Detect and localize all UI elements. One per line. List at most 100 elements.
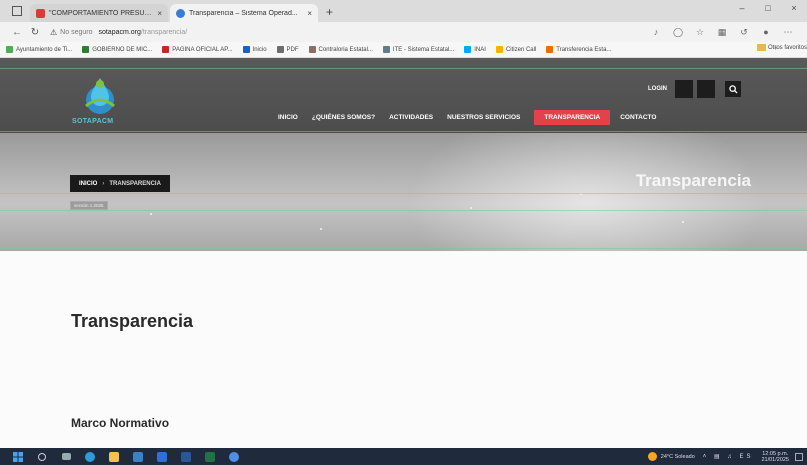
collections-icon[interactable]: ▦ (711, 27, 733, 38)
bookmark-label: Citizen Call (505, 46, 537, 53)
nav-item-quienes-somos[interactable]: ¿QUIÉNES SOMOS? (312, 114, 375, 121)
search-taskbar-icon[interactable] (30, 452, 54, 461)
hero-banner: INICIO › TRANSPARENCIA versión 1.2025 Tr… (0, 133, 807, 251)
chrome-icon[interactable] (222, 451, 246, 462)
word-icon[interactable] (174, 451, 198, 462)
maximize-button[interactable]: □ (755, 3, 781, 13)
pdf-favicon-icon (36, 8, 45, 18)
bookmark-favicon-icon (276, 46, 284, 53)
nav-item-contacto[interactable]: CONTACTO (620, 114, 656, 121)
bookmark-favicon-icon (242, 46, 250, 53)
tab-title: Transparencia – Sistema Operad... (189, 9, 298, 17)
bookmark-item[interactable]: PDF (276, 46, 299, 53)
excel-icon[interactable] (198, 451, 222, 462)
search-button[interactable] (725, 81, 741, 97)
sparkle (150, 213, 152, 215)
tab-actions-icon[interactable] (12, 6, 22, 16)
other-favorites-folder[interactable]: Otros favoritos (756, 44, 807, 51)
close-window-button[interactable]: × (781, 3, 807, 13)
login-link[interactable]: LOGIN (648, 86, 667, 92)
guide-line (0, 131, 807, 132)
clock[interactable]: 12:05 p.m. 21/01/2025 (761, 451, 789, 463)
bookmark-item[interactable]: Inicio (242, 46, 267, 53)
windows-logo-icon (13, 451, 23, 462)
hero-title: Transparencia (635, 171, 751, 190)
new-tab-button[interactable]: + (326, 5, 333, 19)
weather-text: 24°C Soleado (660, 453, 695, 460)
nav-item-nuestros-servicios[interactable]: NUESTROS SERVICIOS (447, 114, 520, 121)
sparkle (470, 207, 472, 209)
bookmark-item[interactable]: INAI (464, 46, 486, 53)
bookmark-item[interactable]: Contraloria Estatal... (308, 46, 373, 53)
tab-title: "COMPORTAMIENTO PRESUPU... (49, 9, 154, 17)
browser-tab-presupuesto[interactable]: "COMPORTAMIENTO PRESUPU... × (30, 4, 168, 22)
translate-icon[interactable]: ◯ (667, 27, 689, 38)
bookmark-label: Transferencia Esta... (556, 46, 612, 53)
bookmark-item[interactable]: Citizen Call (495, 46, 537, 53)
bookmark-label: GOBIERNO DE MIC... (92, 46, 153, 53)
weather-widget[interactable]: 24°C Soleado (647, 452, 695, 461)
bookmark-label: INAI (474, 46, 486, 53)
window-controls: – □ × (729, 3, 807, 13)
social-icon[interactable] (675, 80, 693, 98)
tray-icons[interactable]: ˄ ▤ ♫ ES (703, 453, 754, 460)
sparkle (682, 221, 684, 223)
minimize-button[interactable]: – (729, 3, 755, 13)
logo-text: SOTAPACM (72, 118, 114, 125)
bookmark-item[interactable]: Ayuntamiento de Ti... (6, 46, 72, 53)
start-button[interactable] (6, 451, 30, 462)
system-tray: 24°C Soleado ˄ ▤ ♫ ES 12:05 p.m. 21/01/2… (647, 448, 803, 465)
more-options-icon[interactable]: ⋯ (777, 27, 799, 38)
close-tab-icon[interactable]: × (157, 9, 162, 18)
profile-icon[interactable]: ● (755, 27, 777, 38)
back-icon[interactable]: ← (8, 27, 26, 38)
breadcrumb-separator: › (102, 180, 105, 187)
address-actions: ♪ ◯ ☆ ▦ ↺ ● ⋯ (645, 27, 799, 38)
bookmark-item[interactable]: Transferencia Esta... (546, 46, 611, 53)
bookmark-item[interactable]: ITE - Sistema Estatal... (382, 46, 455, 53)
nav-item-transparencia[interactable]: TRANSPARENCIA (534, 110, 611, 125)
bookmark-label: PAGINA OFICIAL AP... (172, 46, 233, 53)
store-icon[interactable] (126, 451, 150, 462)
breadcrumb-home[interactable]: INICIO (79, 181, 97, 187)
version-badge: versión 1.2025 (70, 201, 108, 210)
social-icon[interactable] (697, 80, 715, 98)
windows-taskbar: 24°C Soleado ˄ ▤ ♫ ES 12:05 p.m. 21/01/2… (0, 448, 807, 465)
header-utilities: LOGIN (648, 80, 741, 98)
guide-line (0, 248, 807, 249)
nav-item-inicio[interactable]: INICIO (278, 114, 298, 121)
bookmarks-bar: Ayuntamiento de Ti... GOBIERNO DE MIC...… (0, 42, 807, 58)
bookmark-favicon-icon (495, 46, 503, 53)
edge-browser-icon[interactable] (78, 451, 102, 462)
history-icon[interactable]: ↺ (733, 27, 755, 38)
search-icon (728, 84, 738, 94)
url-field[interactable]: ⚠ No seguro sotapacm.org /transparencia/ (50, 25, 610, 40)
favorite-star-icon[interactable]: ☆ (689, 27, 711, 38)
bookmark-favicon-icon (546, 46, 554, 53)
bookmark-label: Inicio (252, 46, 267, 53)
bookmark-favicon-icon (382, 46, 390, 53)
guide-line (0, 210, 807, 211)
hero-glow (407, 133, 767, 251)
bookmark-label: ITE - Sistema Estatal... (392, 46, 455, 53)
reload-icon[interactable]: ↻ (26, 27, 44, 38)
nav-item-actividades[interactable]: ACTIVIDADES (389, 114, 433, 121)
sun-icon (647, 452, 657, 461)
bookmark-item[interactable]: PAGINA OFICIAL AP... (162, 46, 233, 53)
browser-tab-transparencia[interactable]: Transparencia – Sistema Operad... × (170, 4, 318, 22)
security-label: No seguro (60, 28, 93, 36)
close-tab-icon[interactable]: × (307, 9, 312, 18)
page-title: Transparencia (71, 311, 194, 331)
task-view-icon[interactable] (54, 453, 78, 460)
bookmark-item[interactable]: GOBIERNO DE MIC... (82, 46, 152, 53)
site-header: SOTAPACM LOGIN INICIO ¿QUIÉNES SOMOS? AC… (0, 58, 807, 133)
folder-label: Otros favoritos (767, 44, 807, 51)
mail-icon[interactable] (150, 451, 174, 462)
bookmark-favicon-icon (162, 46, 170, 53)
bookmark-favicon-icon (82, 46, 90, 53)
notifications-icon[interactable] (795, 452, 803, 461)
read-aloud-icon[interactable]: ♪ (645, 27, 667, 38)
bookmark-favicon-icon (308, 46, 316, 53)
file-explorer-icon[interactable] (102, 451, 126, 462)
folder-icon (756, 44, 766, 51)
